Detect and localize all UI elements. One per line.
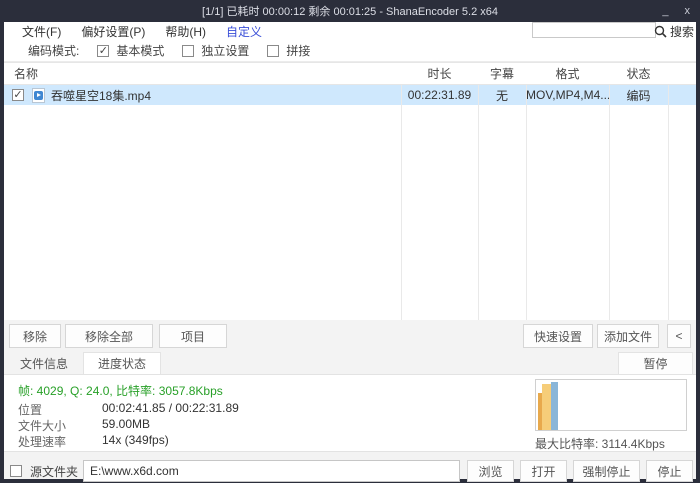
table-header: 名称 时长 字幕 格式 状态 — [4, 62, 696, 85]
source-bar: 源文件夹 浏览 打开 强制停止 停止 — [4, 459, 696, 483]
browse-button[interactable]: 浏览 — [467, 460, 514, 482]
output-path-input[interactable] — [83, 460, 460, 482]
search-button-label[interactable]: 搜索 — [670, 23, 694, 40]
menu-help[interactable]: 帮助(H) — [155, 23, 216, 40]
menu-preferences[interactable]: 偏好设置(P) — [71, 23, 155, 40]
row-checkbox[interactable]: ✓ — [12, 89, 24, 101]
file-format: MOV,MP4,M4... — [526, 88, 609, 102]
collapse-button[interactable]: < — [667, 324, 691, 348]
basic-mode-checkbox[interactable]: ✓ — [97, 45, 109, 57]
independent-settings-checkbox[interactable] — [182, 45, 194, 57]
progress-panel: 帧: 4029, Q: 24.0, 比特率: 3057.8Kbps 位置 00:… — [4, 374, 696, 452]
mode-label: 编码模式: — [28, 42, 79, 59]
mode-option-basic[interactable]: ✓ 基本模式 — [97, 42, 164, 59]
mode-option-concat[interactable]: 拼接 — [267, 42, 310, 59]
mode-bar: 编码模式: ✓ 基本模式 独立设置 拼接 — [4, 40, 696, 62]
field-speed: 处理速率 14x (349fps) — [18, 433, 169, 450]
tab-file-info[interactable]: 文件信息 — [10, 352, 78, 374]
column-header-subtitle[interactable]: 字幕 — [478, 65, 526, 82]
pause-button[interactable]: 暂停 — [618, 352, 693, 374]
remove-button[interactable]: 移除 — [9, 324, 61, 348]
search-icon — [654, 25, 667, 38]
encode-stats-line: 帧: 4029, Q: 24.0, 比特率: 3057.8Kbps — [18, 382, 223, 399]
action-bar: 移除 移除全部 项目 快速设置 添加文件 < — [4, 324, 696, 350]
menu-file[interactable]: 文件(F) — [12, 23, 71, 40]
concat-checkbox[interactable] — [267, 45, 279, 57]
file-status: 编码 — [609, 87, 668, 104]
column-header-duration[interactable]: 时长 — [401, 65, 478, 82]
field-position: 位置 00:02:41.85 / 00:22:31.89 — [18, 401, 239, 418]
app-window: [1/1] 已耗时 00:00:12 剩余 00:01:25 - ShanaEn… — [0, 0, 700, 483]
field-file-size: 文件大小 59.00MB — [18, 417, 150, 434]
bitrate-max — [551, 382, 558, 430]
bitrate-avg — [542, 384, 551, 430]
menu-bar: 文件(F) 偏好设置(P) 帮助(H) 自定义 搜索 — [4, 22, 696, 40]
add-file-button[interactable]: 添加文件 — [597, 324, 659, 348]
client-area: 文件(F) 偏好设置(P) 帮助(H) 自定义 搜索 编码模式: ✓ 基本模式 — [4, 22, 696, 479]
open-button[interactable]: 打开 — [520, 460, 567, 482]
file-name-cell: ✓ 吞噬星空18集.mp4 — [4, 87, 401, 104]
search-zone[interactable]: 搜索 — [654, 22, 694, 40]
menu-customize[interactable]: 自定义 — [216, 23, 272, 40]
file-table: 名称 时长 字幕 格式 状态 ✓ 吞噬星空18集.mp4 00:22:31.89… — [4, 62, 696, 320]
search-input[interactable] — [532, 22, 656, 38]
mode-option-independent[interactable]: 独立设置 — [182, 42, 249, 59]
video-file-icon — [32, 88, 45, 103]
table-body: ✓ 吞噬星空18集.mp4 00:22:31.89 无 MOV,MP4,M4..… — [4, 85, 696, 320]
source-folder-checkbox[interactable] — [10, 465, 22, 477]
max-bitrate-label: 最大比特率: 3114.4Kbps — [535, 435, 665, 452]
minimize-button[interactable]: _ — [660, 5, 670, 17]
tab-row: 文件信息 进度状态 暂停 — [4, 352, 696, 374]
file-name: 吞噬星空18集.mp4 — [51, 87, 151, 104]
close-button[interactable]: x — [683, 5, 693, 17]
bitrate-chart — [535, 379, 687, 431]
title-bar: [1/1] 已耗时 00:00:12 剩余 00:01:25 - ShanaEn… — [0, 0, 700, 22]
project-button[interactable]: 项目 — [159, 324, 227, 348]
file-subtitle: 无 — [478, 87, 526, 104]
window-title: [1/1] 已耗时 00:00:12 剩余 00:01:25 - ShanaEn… — [202, 3, 498, 19]
quick-settings-button[interactable]: 快速设置 — [523, 324, 593, 348]
stop-button[interactable]: 停止 — [646, 460, 693, 482]
column-header-format[interactable]: 格式 — [526, 65, 609, 82]
force-stop-button[interactable]: 强制停止 — [573, 460, 640, 482]
source-folder-label: 源文件夹 — [30, 463, 78, 480]
table-row[interactable]: ✓ 吞噬星空18集.mp4 00:22:31.89 无 MOV,MP4,M4..… — [4, 85, 696, 105]
file-duration: 00:22:31.89 — [401, 88, 478, 102]
column-header-name[interactable]: 名称 — [4, 65, 401, 82]
column-header-status[interactable]: 状态 — [609, 65, 668, 82]
tab-progress-status[interactable]: 进度状态 — [83, 352, 161, 374]
remove-all-button[interactable]: 移除全部 — [65, 324, 153, 348]
